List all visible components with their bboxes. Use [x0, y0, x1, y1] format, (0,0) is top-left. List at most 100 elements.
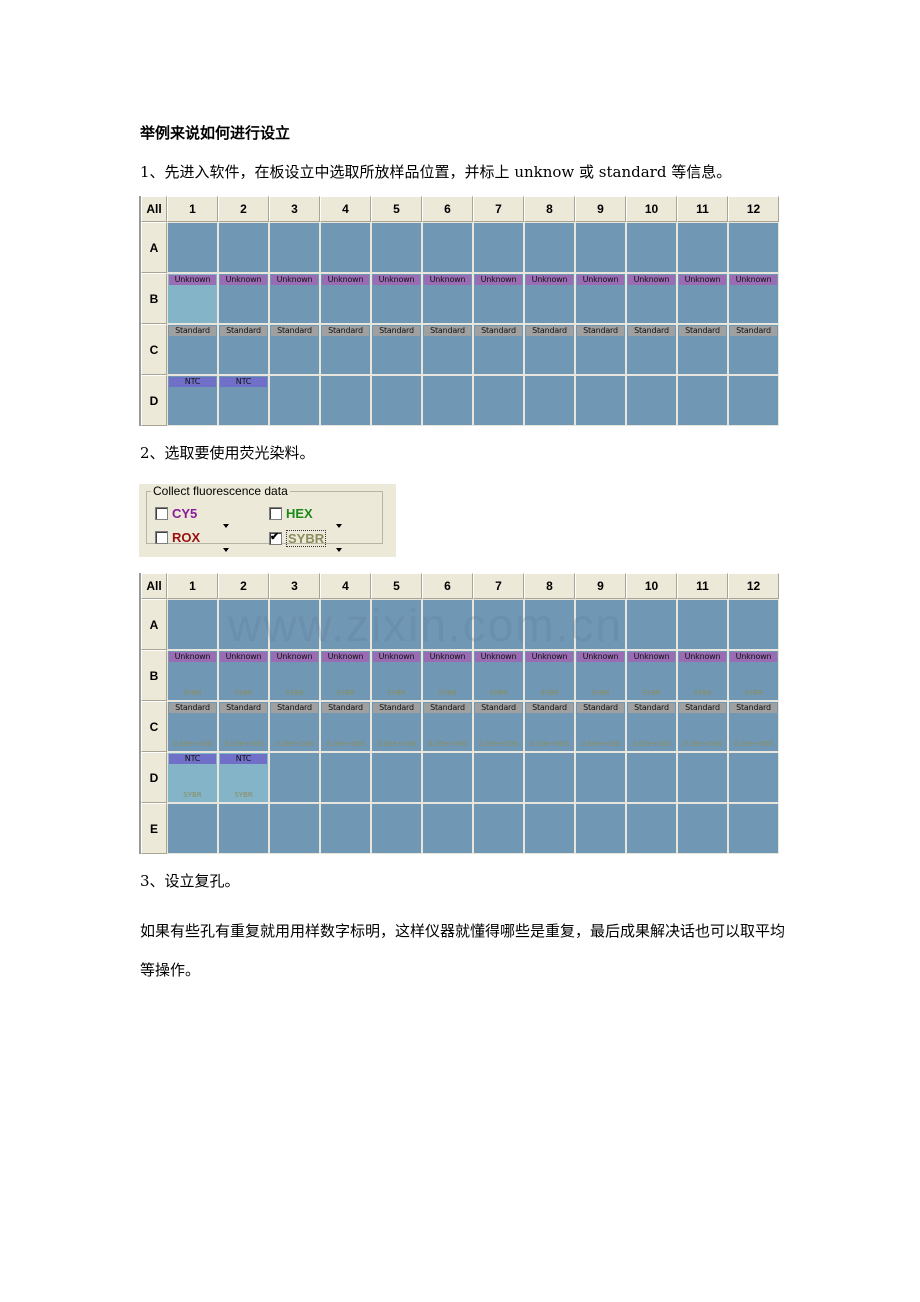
well-B6[interactable]: Unknown	[422, 273, 473, 324]
column-header-5[interactable]: 5	[371, 573, 422, 599]
well-D5[interactable]	[371, 375, 422, 426]
well-E8[interactable]	[524, 803, 575, 854]
well-C3[interactable]: Standard	[269, 324, 320, 375]
well-C7[interactable]: Standard	[473, 324, 524, 375]
column-header-11[interactable]: 11	[677, 573, 728, 599]
well-C7[interactable]: Standard 0.00e+000	[473, 701, 524, 752]
well-C9[interactable]: Standard	[575, 324, 626, 375]
well-B8[interactable]: Unknown SYBR	[524, 650, 575, 701]
well-E4[interactable]	[320, 803, 371, 854]
well-D4[interactable]	[320, 375, 371, 426]
well-D8[interactable]	[524, 375, 575, 426]
well-C12[interactable]: Standard 0.00e+000	[728, 701, 779, 752]
column-header-1[interactable]: 1	[167, 196, 218, 222]
select-all-button[interactable]: All	[141, 196, 167, 222]
well-D1[interactable]: NTC SYBR	[167, 752, 218, 803]
well-B9[interactable]: Unknown	[575, 273, 626, 324]
row-header-B[interactable]: B	[141, 273, 167, 324]
well-A11[interactable]	[677, 222, 728, 273]
well-A1[interactable]	[167, 222, 218, 273]
well-C1[interactable]: Standard	[167, 324, 218, 375]
dye-sybr-checkbox[interactable]: SYBR	[269, 530, 327, 547]
well-B9[interactable]: Unknown SYBR	[575, 650, 626, 701]
well-A5[interactable]	[371, 599, 422, 650]
well-D12[interactable]	[728, 375, 779, 426]
column-header-2[interactable]: 2	[218, 196, 269, 222]
well-D12[interactable]	[728, 752, 779, 803]
well-D10[interactable]	[626, 375, 677, 426]
well-A10[interactable]	[626, 599, 677, 650]
column-header-11[interactable]: 11	[677, 196, 728, 222]
well-B6[interactable]: Unknown SYBR	[422, 650, 473, 701]
well-D11[interactable]	[677, 752, 728, 803]
row-header-A[interactable]: A	[141, 222, 167, 273]
well-D6[interactable]	[422, 375, 473, 426]
well-A9[interactable]	[575, 222, 626, 273]
well-B1[interactable]: Unknown	[167, 273, 218, 324]
row-header-D[interactable]: D	[141, 752, 167, 803]
well-D10[interactable]	[626, 752, 677, 803]
column-header-10[interactable]: 10	[626, 573, 677, 599]
row-header-C[interactable]: C	[141, 324, 167, 375]
well-C10[interactable]: Standard	[626, 324, 677, 375]
hex-dropdown-arrow-icon[interactable]	[336, 524, 342, 528]
well-B4[interactable]: Unknown	[320, 273, 371, 324]
well-D7[interactable]	[473, 752, 524, 803]
checkbox-icon[interactable]	[269, 507, 282, 520]
well-A3[interactable]	[269, 222, 320, 273]
column-header-9[interactable]: 9	[575, 573, 626, 599]
well-E9[interactable]	[575, 803, 626, 854]
column-header-8[interactable]: 8	[524, 196, 575, 222]
column-header-5[interactable]: 5	[371, 196, 422, 222]
well-E3[interactable]	[269, 803, 320, 854]
row-header-D[interactable]: D	[141, 375, 167, 426]
well-B11[interactable]: Unknown SYBR	[677, 650, 728, 701]
well-B5[interactable]: Unknown SYBR	[371, 650, 422, 701]
well-A11[interactable]	[677, 599, 728, 650]
well-C1[interactable]: Standard 0.00e+000	[167, 701, 218, 752]
well-D6[interactable]	[422, 752, 473, 803]
well-A6[interactable]	[422, 222, 473, 273]
row-header-A[interactable]: A	[141, 599, 167, 650]
well-A10[interactable]	[626, 222, 677, 273]
well-D7[interactable]	[473, 375, 524, 426]
checkbox-icon[interactable]	[155, 507, 168, 520]
dye-rox-checkbox[interactable]: ROX	[155, 530, 200, 545]
well-B12[interactable]: Unknown	[728, 273, 779, 324]
checkbox-icon[interactable]	[155, 531, 168, 544]
well-A2[interactable]	[218, 599, 269, 650]
well-B2[interactable]: Unknown	[218, 273, 269, 324]
column-header-9[interactable]: 9	[575, 196, 626, 222]
well-B8[interactable]: Unknown	[524, 273, 575, 324]
well-B2[interactable]: Unknown SYBR	[218, 650, 269, 701]
well-A7[interactable]	[473, 222, 524, 273]
well-D4[interactable]	[320, 752, 371, 803]
column-header-3[interactable]: 3	[269, 196, 320, 222]
well-E6[interactable]	[422, 803, 473, 854]
well-E10[interactable]	[626, 803, 677, 854]
well-A3[interactable]	[269, 599, 320, 650]
well-B7[interactable]: Unknown SYBR	[473, 650, 524, 701]
well-A12[interactable]	[728, 599, 779, 650]
well-D9[interactable]	[575, 752, 626, 803]
well-C5[interactable]: Standard	[371, 324, 422, 375]
well-C4[interactable]: Standard 0.00e+000	[320, 701, 371, 752]
well-C2[interactable]: Standard 0.00e+000	[218, 701, 269, 752]
well-C12[interactable]: Standard	[728, 324, 779, 375]
well-B5[interactable]: Unknown	[371, 273, 422, 324]
well-E7[interactable]	[473, 803, 524, 854]
well-C2[interactable]: Standard	[218, 324, 269, 375]
well-A4[interactable]	[320, 222, 371, 273]
well-A1[interactable]	[167, 599, 218, 650]
column-header-7[interactable]: 7	[473, 573, 524, 599]
select-all-button[interactable]: All	[141, 573, 167, 599]
well-C6[interactable]: Standard	[422, 324, 473, 375]
dye-cy5-checkbox[interactable]: CY5	[155, 506, 197, 521]
well-C10[interactable]: Standard 0.00e+000	[626, 701, 677, 752]
row-header-B[interactable]: B	[141, 650, 167, 701]
well-A8[interactable]	[524, 222, 575, 273]
well-A5[interactable]	[371, 222, 422, 273]
well-E5[interactable]	[371, 803, 422, 854]
well-D9[interactable]	[575, 375, 626, 426]
checkbox-checked-icon[interactable]	[269, 530, 282, 545]
